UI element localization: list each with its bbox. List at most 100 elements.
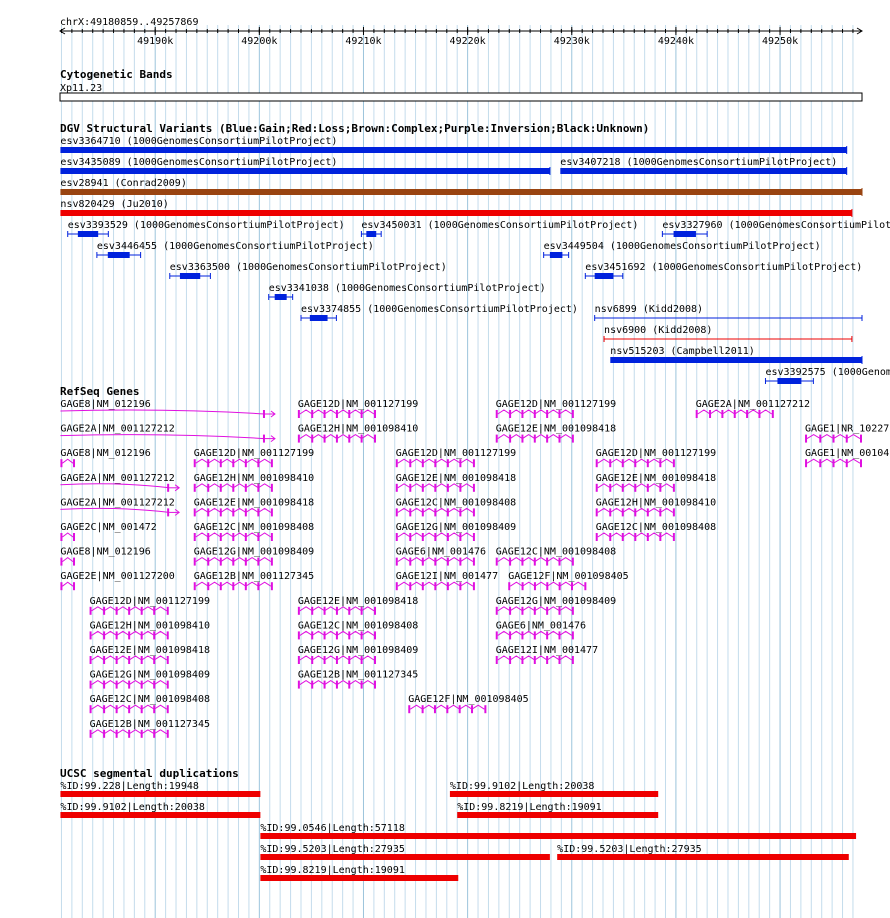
refseq-gene[interactable]: GAGE12B|NM_001127345 <box>297 670 418 689</box>
refseq-exon <box>546 434 549 443</box>
refseq-gene[interactable]: GAGE12H|NM_001098410 <box>89 620 210 640</box>
refseq-gene[interactable]: GAGE2E|NM_001127200 <box>60 571 175 591</box>
dgv-feature-bar[interactable] <box>60 210 852 216</box>
refseq-gene[interactable]: GAGE12C|NM_001098408 <box>297 620 418 640</box>
dgv-feature-bar[interactable] <box>366 231 377 237</box>
refseq-gene[interactable]: GAGE12D|NM_001127199 <box>495 399 616 418</box>
segdup-feature[interactable]: %ID:99.5203|Length:27935 <box>557 844 849 860</box>
refseq-gene[interactable]: GAGE12D|NM_001127199 <box>297 399 418 418</box>
segdup-feature-bar[interactable] <box>449 791 659 797</box>
refseq-exon <box>297 631 300 640</box>
segdup-feature[interactable]: %ID:99.0546|Length:57118 <box>260 823 857 839</box>
refseq-gene[interactable]: GAGE12I|NM_001477 <box>495 645 598 664</box>
dgv-feature-bar[interactable] <box>610 357 862 363</box>
refseq-gene[interactable]: GAGE2A|NM_001127212 <box>60 473 180 492</box>
refseq-gene[interactable]: GAGE12H|NM_001098410 <box>193 473 314 492</box>
dgv-feature[interactable]: esv3341038 (1000GenomesConsortiumPilotPr… <box>268 283 546 300</box>
segdup-feature[interactable]: %ID:99.9102|Length:20038 <box>60 802 261 818</box>
ruler[interactable]: 49190k 49200k 49210k 49220k 49230k 49240k 4925… <box>59 27 863 47</box>
refseq-gene[interactable]: GAGE12E|NM_001098418 <box>297 596 418 615</box>
segdup-feature-bar[interactable] <box>260 854 550 860</box>
refseq-gene[interactable]: GAGE12B|NM_001127345 <box>193 571 314 591</box>
refseq-gene[interactable]: GAGE12E|NM_001098418 <box>89 645 210 664</box>
segdup-feature-bar[interactable] <box>60 791 261 797</box>
refseq-gene[interactable]: GAGE8|NM_012196 <box>60 448 151 468</box>
refseq-gene[interactable]: GAGE12C|NM_001098408 <box>495 547 616 566</box>
dgv-feature[interactable]: esv28941 (Conrad2009) <box>60 178 863 196</box>
dgv-feature-bar[interactable] <box>309 315 328 321</box>
refseq-gene[interactable]: GAGE12G|NM_001098409 <box>297 645 418 664</box>
refseq-exon <box>193 582 196 591</box>
dgv-feature-bar[interactable] <box>107 252 130 258</box>
refseq-gene[interactable]: GAGE12C|NM_001098408 <box>89 694 210 714</box>
refseq-gene[interactable]: GAGE2A|NM_001127212 <box>695 399 810 418</box>
refseq-gene[interactable]: GAGE12E|NM_001098418 <box>495 424 616 443</box>
refseq-gene[interactable]: GAGE1|NR_102272 <box>805 424 890 443</box>
segdup-feature[interactable]: %ID:99.228|Length:19948 <box>60 781 261 797</box>
dgv-feature[interactable]: nsv515203 (Campbell2011) <box>610 346 863 364</box>
segdup-feature[interactable]: %ID:99.8219|Length:19091 <box>457 802 659 818</box>
refseq-gene[interactable]: GAGE12E|NM_001098418 <box>395 473 516 492</box>
dgv-feature-label: nsv6899 (Kidd2008) <box>595 304 703 315</box>
refseq-gene[interactable]: GAGE12G|NM_001098409 <box>495 596 616 615</box>
refseq-exon <box>360 606 363 615</box>
dgv-feature-bar[interactable] <box>777 378 802 384</box>
segdup-feature-bar[interactable] <box>260 833 857 839</box>
dgv-feature-label: esv3364710 (1000GenomesConsortiumPilotPr… <box>60 136 337 147</box>
refseq-gene[interactable]: GAGE12D|NM_001127199 <box>395 448 516 468</box>
dgv-feature-bar[interactable] <box>60 189 862 195</box>
dgv-feature-label: esv3374855 (1000GenomesConsortiumPilotPr… <box>301 304 578 315</box>
refseq-gene[interactable]: GAGE12H|NM_001098410 <box>297 424 418 443</box>
segdup-feature[interactable]: %ID:99.8219|Length:19091 <box>260 865 459 881</box>
dgv-feature-bar[interactable] <box>179 273 201 279</box>
dgv-feature-bar[interactable] <box>549 252 563 258</box>
refseq-exon <box>335 656 338 664</box>
refseq-exon <box>421 459 424 468</box>
refseq-exon <box>621 533 624 541</box>
refseq-gene[interactable]: GAGE12I|NM_001477 <box>395 571 498 591</box>
refseq-gene[interactable]: GAGE12C|NM_001098408 <box>193 522 314 541</box>
segdup-feature[interactable]: %ID:99.9102|Length:20038 <box>449 781 659 797</box>
refseq-gene[interactable]: GAGE12B|NM_001127345 <box>89 719 210 738</box>
refseq-gene[interactable]: GAGE6|NM_001476 <box>395 547 486 566</box>
dgv-feature-bar[interactable] <box>673 231 696 237</box>
refseq-exon <box>257 508 260 517</box>
dgv-feature[interactable]: esv3407218 (1000GenomesConsortiumPilotPr… <box>560 157 848 175</box>
refseq-gene[interactable]: GAGE12D|NM_001127199 <box>89 596 210 615</box>
dgv-feature[interactable]: esv3450031 (1000GenomesConsortiumPilotPr… <box>360 220 638 237</box>
refseq-gene[interactable]: GAGE12E|NM_001098418 <box>193 497 314 517</box>
dgv-feature[interactable]: esv3327960 (1000GenomesConsortiumPilotPr… <box>661 220 890 237</box>
refseq-gene[interactable]: GAGE1|NM_001040663 <box>805 448 890 468</box>
dgv-feature[interactable]: nsv820429 (Ju2010) <box>60 199 853 217</box>
segdup-feature-bar[interactable] <box>457 812 659 818</box>
refseq-gene[interactable]: GAGE12G|NM_001098409 <box>395 522 516 541</box>
dgv-feature-bar[interactable] <box>594 273 614 279</box>
dgv-feature[interactable]: esv3435089 (1000GenomesConsortiumPilotPr… <box>60 157 551 175</box>
refseq-gene[interactable]: GAGE12D|NM_001127199 <box>193 448 314 468</box>
dgv-feature[interactable]: esv3392575 (1000GenomesConsortiumPilotPr… <box>764 367 890 384</box>
dgv-feature[interactable]: esv3364710 (1000GenomesConsortiumPilotPr… <box>60 136 848 154</box>
dgv-feature-bar[interactable] <box>60 147 847 153</box>
refseq-gene[interactable]: GAGE12C|NM_001098408 <box>395 497 516 517</box>
dgv-feature-bar[interactable] <box>274 294 287 300</box>
cytoband-glyph[interactable] <box>59 92 863 102</box>
dgv-feature[interactable]: esv3451692 (1000GenomesConsortiumPilotPr… <box>584 262 862 279</box>
dgv-feature-bar[interactable] <box>60 168 550 174</box>
segdup-feature-bar[interactable] <box>557 854 849 860</box>
refseq-gene[interactable]: GAGE2A|NM_001127212 <box>60 497 180 517</box>
refseq-gene[interactable]: GAGE12G|NM_001098409 <box>89 670 210 689</box>
segdup-feature-bar[interactable] <box>260 875 459 881</box>
refseq-gene-label: GAGE12E|NM_001098418 <box>298 596 418 607</box>
refseq-gene[interactable]: GAGE12G|NM_001098409 <box>193 547 314 566</box>
refseq-gene[interactable]: GAGE8|NM_012196 <box>60 547 151 566</box>
segdup-feature-label: %ID:99.8219|Length:19091 <box>457 802 602 813</box>
dgv-feature-bar[interactable] <box>77 231 99 237</box>
refseq-exon <box>571 656 574 664</box>
dgv-feature[interactable]: esv3393529 (1000GenomesConsortiumPilotPr… <box>67 220 345 237</box>
ruler-tick-label: 49250k <box>762 36 798 47</box>
refseq-gene[interactable]: GAGE12F|NM_001098405 <box>508 571 629 591</box>
dgv-feature[interactable]: esv3449504 (1000GenomesConsortiumPilotPr… <box>543 241 821 258</box>
refseq-gene[interactable]: GAGE2C|NM_001472 <box>60 522 157 541</box>
dgv-feature-bar[interactable] <box>560 168 847 174</box>
segdup-feature-bar[interactable] <box>60 812 261 818</box>
